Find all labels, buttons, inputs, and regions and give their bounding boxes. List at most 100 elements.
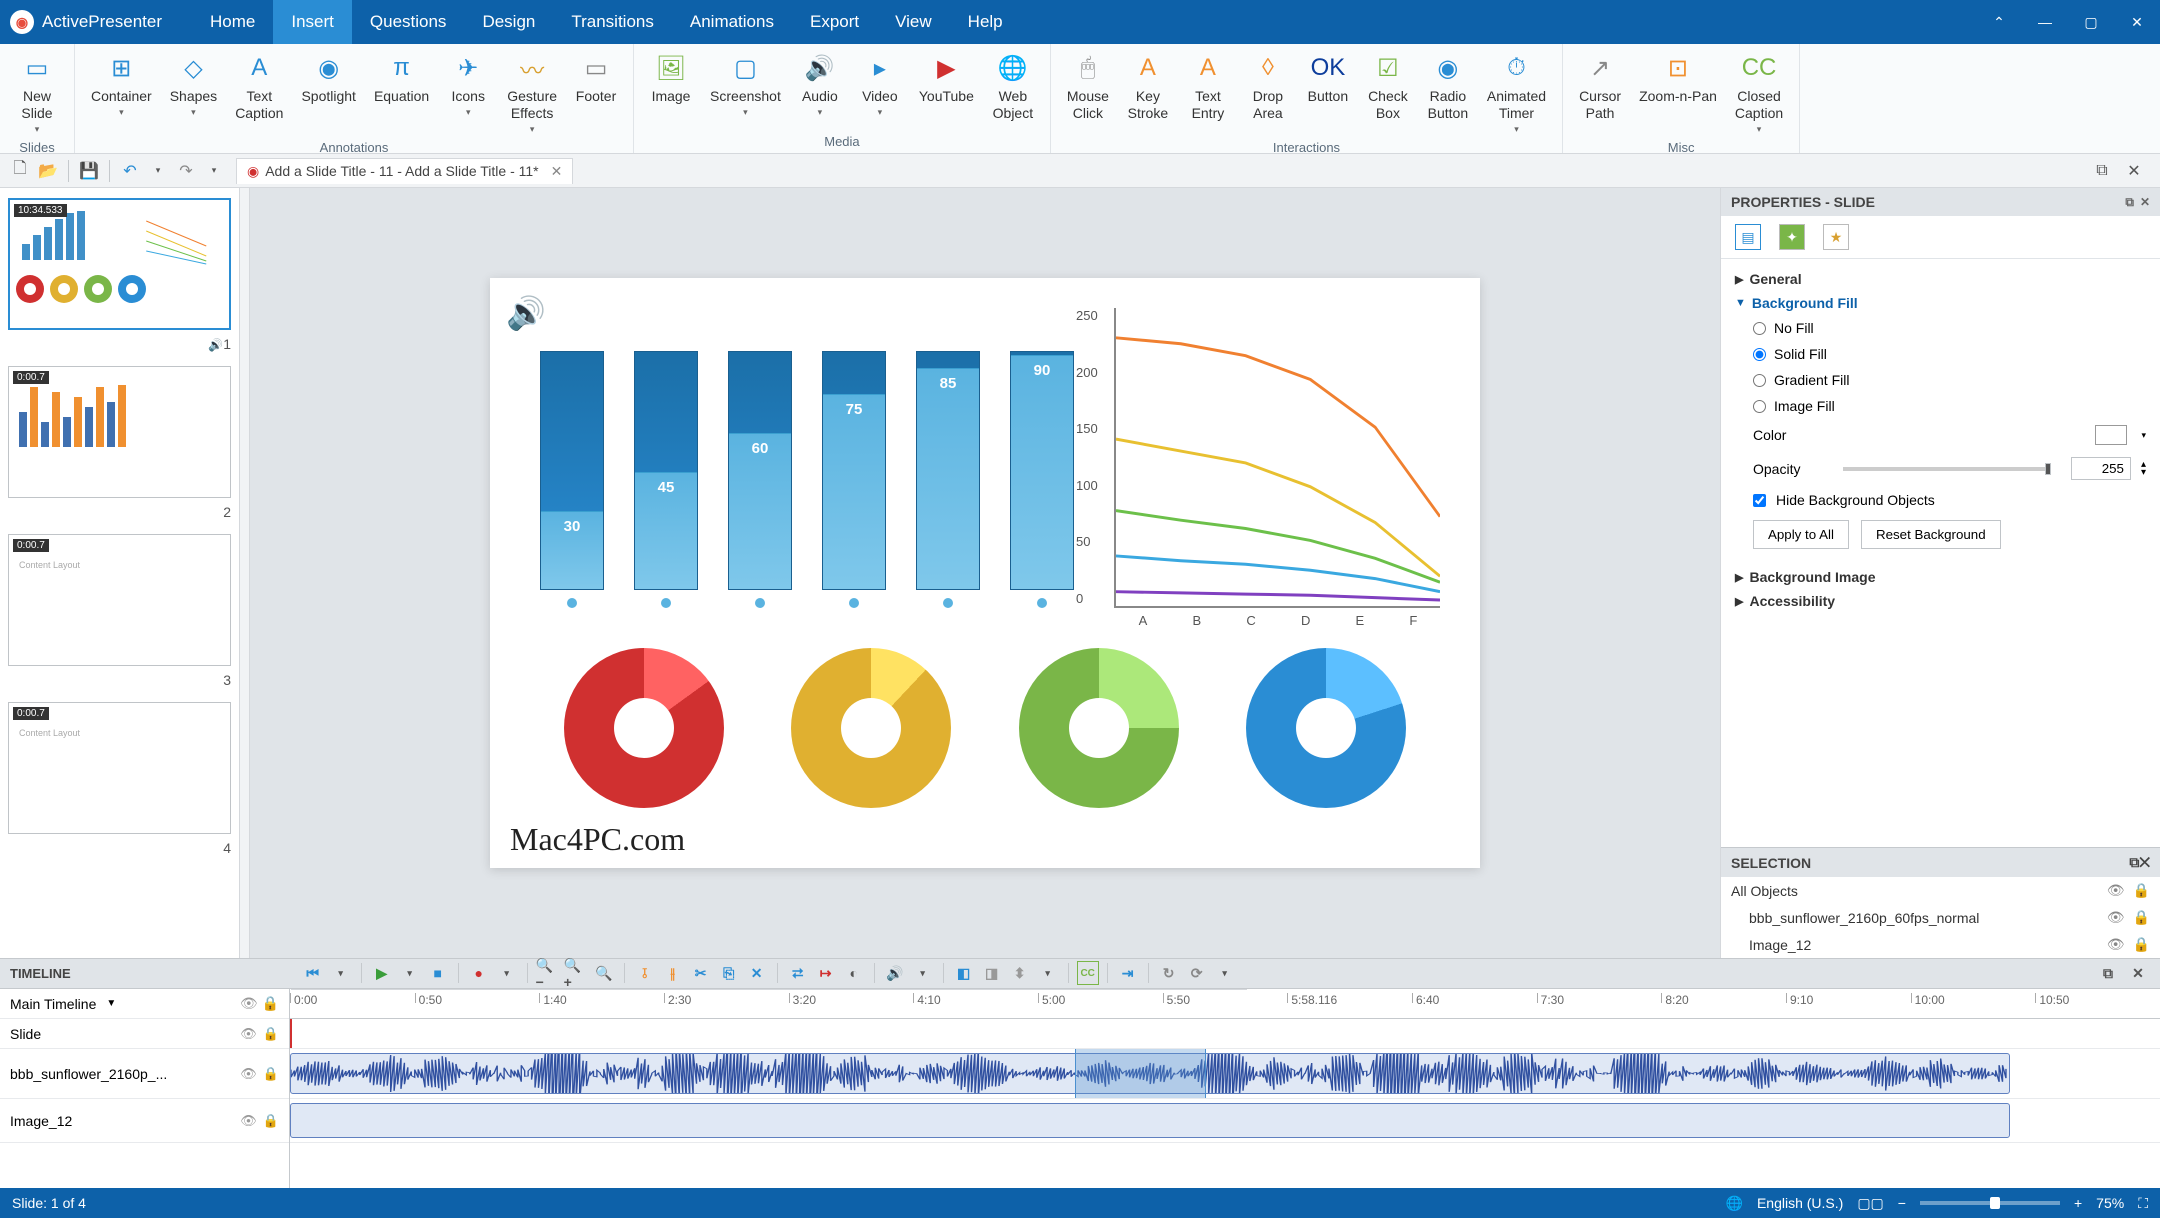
- ribbon-container[interactable]: ⊞Container▾: [83, 48, 160, 122]
- ribbon-screenshot[interactable]: ▢Screenshot▾: [702, 48, 789, 122]
- properties-pin-icon[interactable]: ⧉: [2125, 195, 2134, 210]
- properties-close-icon[interactable]: ✕: [2140, 195, 2150, 210]
- tl-zoom-fit-icon[interactable]: 🔍: [592, 961, 616, 985]
- slide-thumbnail[interactable]: 0:00.7Content Layout: [8, 702, 231, 834]
- selection-item[interactable]: bbb_sunflower_2160p_60fps_normal👁🔒: [1721, 904, 2160, 931]
- donut-chart[interactable]: [564, 648, 724, 808]
- lock-icon[interactable]: 🔒: [263, 1026, 279, 1042]
- track-slide[interactable]: [290, 1019, 2160, 1049]
- language-icon[interactable]: 🌐: [1726, 1195, 1743, 1212]
- tl-adjust-dropdown[interactable]: ▾: [1036, 961, 1060, 985]
- zoom-slider[interactable]: [1920, 1201, 2060, 1205]
- ribbon-radio-button[interactable]: ◉RadioButton: [1419, 48, 1477, 126]
- menu-view[interactable]: View: [877, 0, 950, 44]
- tl-skip-start-dropdown[interactable]: ▾: [329, 961, 353, 985]
- menu-animations[interactable]: Animations: [672, 0, 792, 44]
- ribbon-footer[interactable]: ▭Footer: [567, 48, 625, 109]
- canvas-area[interactable]: 🔊 304560758590 050100150200250 ABCDEF Ma…: [250, 188, 1720, 958]
- tl-freeze-icon[interactable]: ↦: [814, 961, 838, 985]
- timeline-selection[interactable]: [1075, 1049, 1206, 1098]
- tl-snap-icon[interactable]: ⫱: [633, 961, 657, 985]
- tl-audio-dropdown[interactable]: ▾: [911, 961, 935, 985]
- timeline-pin-icon[interactable]: ⧉: [2096, 962, 2120, 986]
- fit-window-icon[interactable]: ⛶: [2138, 1195, 2148, 1212]
- tl-cc-icon[interactable]: CC: [1077, 961, 1099, 985]
- menu-transitions[interactable]: Transitions: [553, 0, 672, 44]
- apply-to-all-button[interactable]: Apply to All: [1753, 520, 1849, 549]
- track-label[interactable]: Image_12👁🔒: [0, 1099, 289, 1143]
- image-clip[interactable]: [290, 1103, 2010, 1138]
- menu-insert[interactable]: Insert: [273, 0, 352, 44]
- visibility-icon[interactable]: 👁: [240, 1026, 257, 1042]
- menu-home[interactable]: Home: [192, 0, 273, 44]
- tl-play-dropdown[interactable]: ▾: [398, 961, 422, 985]
- lock-icon[interactable]: 🔒: [2133, 936, 2150, 953]
- slide-canvas[interactable]: 🔊 304560758590 050100150200250 ABCDEF Ma…: [490, 278, 1480, 868]
- donut-chart[interactable]: [791, 648, 951, 808]
- ribbon-gesture-effects[interactable]: 〰GestureEffects▾: [499, 48, 565, 138]
- tl-zoom-in-icon[interactable]: 🔍+: [564, 961, 588, 985]
- tl-fade-icon[interactable]: ◐: [842, 961, 866, 985]
- ribbon-text-caption[interactable]: ATextCaption: [227, 48, 291, 126]
- line-chart[interactable]: 050100150200250 ABCDEF: [1114, 308, 1440, 608]
- undo-icon[interactable]: ↶: [116, 157, 144, 185]
- save-icon[interactable]: 💾: [75, 157, 103, 185]
- fill-option-no-fill[interactable]: No Fill: [1735, 315, 2146, 341]
- ribbon-new-slide[interactable]: ▭NewSlide▾: [8, 48, 66, 138]
- tl-sync-dropdown[interactable]: ▾: [1213, 961, 1237, 985]
- visibility-icon[interactable]: 👁: [240, 1113, 257, 1129]
- tl-marker-icon[interactable]: ⇥: [1116, 961, 1140, 985]
- close-tab-icon[interactable]: ✕: [551, 163, 563, 180]
- language-label[interactable]: English (U.S.): [1757, 1195, 1843, 1211]
- tl-split-icon[interactable]: ⮂: [786, 961, 810, 985]
- tl-brightness-icon[interactable]: ◧: [952, 961, 976, 985]
- stepper-icon[interactable]: ▴▾: [2141, 461, 2146, 477]
- timeline-ruler[interactable]: 0:000:501:402:303:204:105:005:505:58.116…: [290, 989, 2160, 1019]
- ribbon-drop-area[interactable]: ◊DropArea: [1239, 48, 1297, 126]
- slide-thumbnail[interactable]: 10:34.533: [8, 198, 231, 330]
- lock-icon[interactable]: 🔒: [2133, 882, 2150, 899]
- tl-refresh-icon[interactable]: ↻: [1157, 961, 1181, 985]
- menu-questions[interactable]: Questions: [352, 0, 465, 44]
- fill-option-image-fill[interactable]: Image Fill: [1735, 393, 2146, 419]
- panel-pin-icon[interactable]: ⧉: [2088, 157, 2116, 185]
- splitter-vertical[interactable]: [240, 188, 250, 958]
- tl-skip-start-icon[interactable]: ⏮: [301, 961, 325, 985]
- timeline-tracks[interactable]: 0:000:501:402:303:204:105:005:505:58.116…: [290, 989, 2160, 1188]
- tl-cut-icon[interactable]: ✂: [689, 961, 713, 985]
- timeline-selector[interactable]: Main Timeline ▼ 👁 🔒: [0, 989, 289, 1019]
- ribbon-mouse-click[interactable]: 🖱MouseClick: [1059, 48, 1117, 126]
- hide-bg-checkbox[interactable]: [1753, 494, 1766, 507]
- redo-icon[interactable]: ↷: [172, 157, 200, 185]
- reset-background-button[interactable]: Reset Background: [1861, 520, 2001, 549]
- tl-record-dropdown[interactable]: ▾: [495, 961, 519, 985]
- document-tab[interactable]: ◉ Add a Slide Title - 11 - Add a Slide T…: [236, 158, 573, 184]
- minimize-button[interactable]: —: [2022, 0, 2068, 44]
- playhead[interactable]: [290, 1019, 292, 1048]
- window-help-icon[interactable]: ⌃: [1976, 0, 2022, 44]
- visibility-icon[interactable]: 👁: [2107, 936, 2125, 953]
- slide-thumbnail[interactable]: 0:00.7: [8, 366, 231, 498]
- section-background-fill[interactable]: ▼ Background Fill: [1735, 291, 2146, 315]
- new-doc-icon[interactable]: 🗋: [6, 157, 34, 185]
- section-background-image[interactable]: ▶ Background Image: [1735, 565, 2146, 589]
- donut-chart[interactable]: [1246, 648, 1406, 808]
- selection-item[interactable]: Image_12👁🔒: [1721, 931, 2160, 958]
- menu-help[interactable]: Help: [950, 0, 1021, 44]
- ribbon-button[interactable]: OKButton: [1299, 48, 1357, 109]
- color-dropdown-icon[interactable]: ▾: [2141, 430, 2146, 441]
- zoom-out-button[interactable]: −: [1898, 1195, 1906, 1211]
- ribbon-spotlight[interactable]: ◉Spotlight: [293, 48, 363, 109]
- view-switcher-icon[interactable]: ▢▢: [1857, 1195, 1883, 1212]
- maximize-button[interactable]: ▢: [2068, 0, 2114, 44]
- bar-chart[interactable]: 304560758590: [530, 308, 1084, 608]
- prop-tab-slide[interactable]: ▤: [1735, 224, 1761, 250]
- menu-export[interactable]: Export: [792, 0, 877, 44]
- open-icon[interactable]: 📂: [34, 157, 62, 185]
- opacity-slider[interactable]: [1843, 467, 2051, 471]
- prop-tab-interactivity[interactable]: ✦: [1779, 224, 1805, 250]
- ribbon-text-entry[interactable]: ATextEntry: [1179, 48, 1237, 126]
- tl-audio-icon[interactable]: 🔊: [883, 961, 907, 985]
- ribbon-youtube[interactable]: ▶YouTube: [911, 48, 982, 109]
- selection-item[interactable]: All Objects👁🔒: [1721, 877, 2160, 904]
